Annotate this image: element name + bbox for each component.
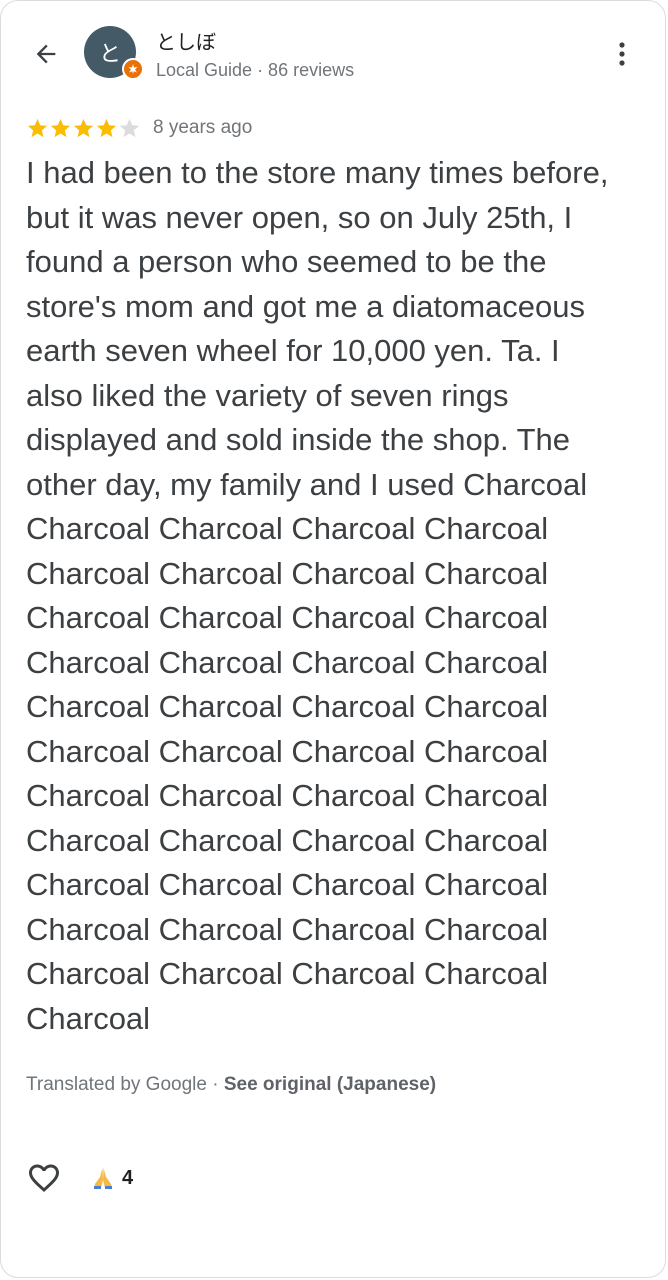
praying-hands-icon [94, 1168, 112, 1189]
arrow-left-icon [36, 44, 56, 64]
rating-row: 8 years ago [26, 114, 252, 142]
user-meta: Local Guide · 86 reviews [156, 60, 355, 80]
star-filled-icon [96, 118, 117, 137]
review-actions: 4 [26, 1156, 133, 1200]
review-text: I had been to the store many times befor… [26, 155, 609, 1036]
see-original-link[interactable]: See original (Japanese) [224, 1074, 436, 1095]
translation-note: Translated by Google · See original (Jap… [26, 1074, 436, 1096]
heart-outline-icon [29, 1164, 59, 1193]
translation-label: Translated by Google · [26, 1074, 224, 1095]
star-filled-icon [27, 118, 48, 137]
star-rating [26, 117, 141, 140]
reaction-count: 4 [122, 1166, 134, 1189]
star-filled-icon [50, 118, 71, 137]
local-guide-badge-icon [122, 58, 144, 80]
review-time: 8 years ago [153, 117, 253, 138]
reaction-button[interactable]: 4 [90, 1165, 133, 1191]
avatar-letter: と [98, 42, 121, 67]
like-button[interactable] [26, 1160, 62, 1196]
back-button[interactable] [26, 34, 66, 74]
star-empty-icon [119, 118, 140, 137]
more-options-button[interactable] [604, 34, 640, 74]
review-header: と としぼ Local Guide · 86 reviews [0, 0, 668, 110]
user-name[interactable]: としぼ [156, 26, 216, 55]
more-vertical-icon [619, 42, 625, 66]
star-filled-icon [73, 118, 94, 137]
